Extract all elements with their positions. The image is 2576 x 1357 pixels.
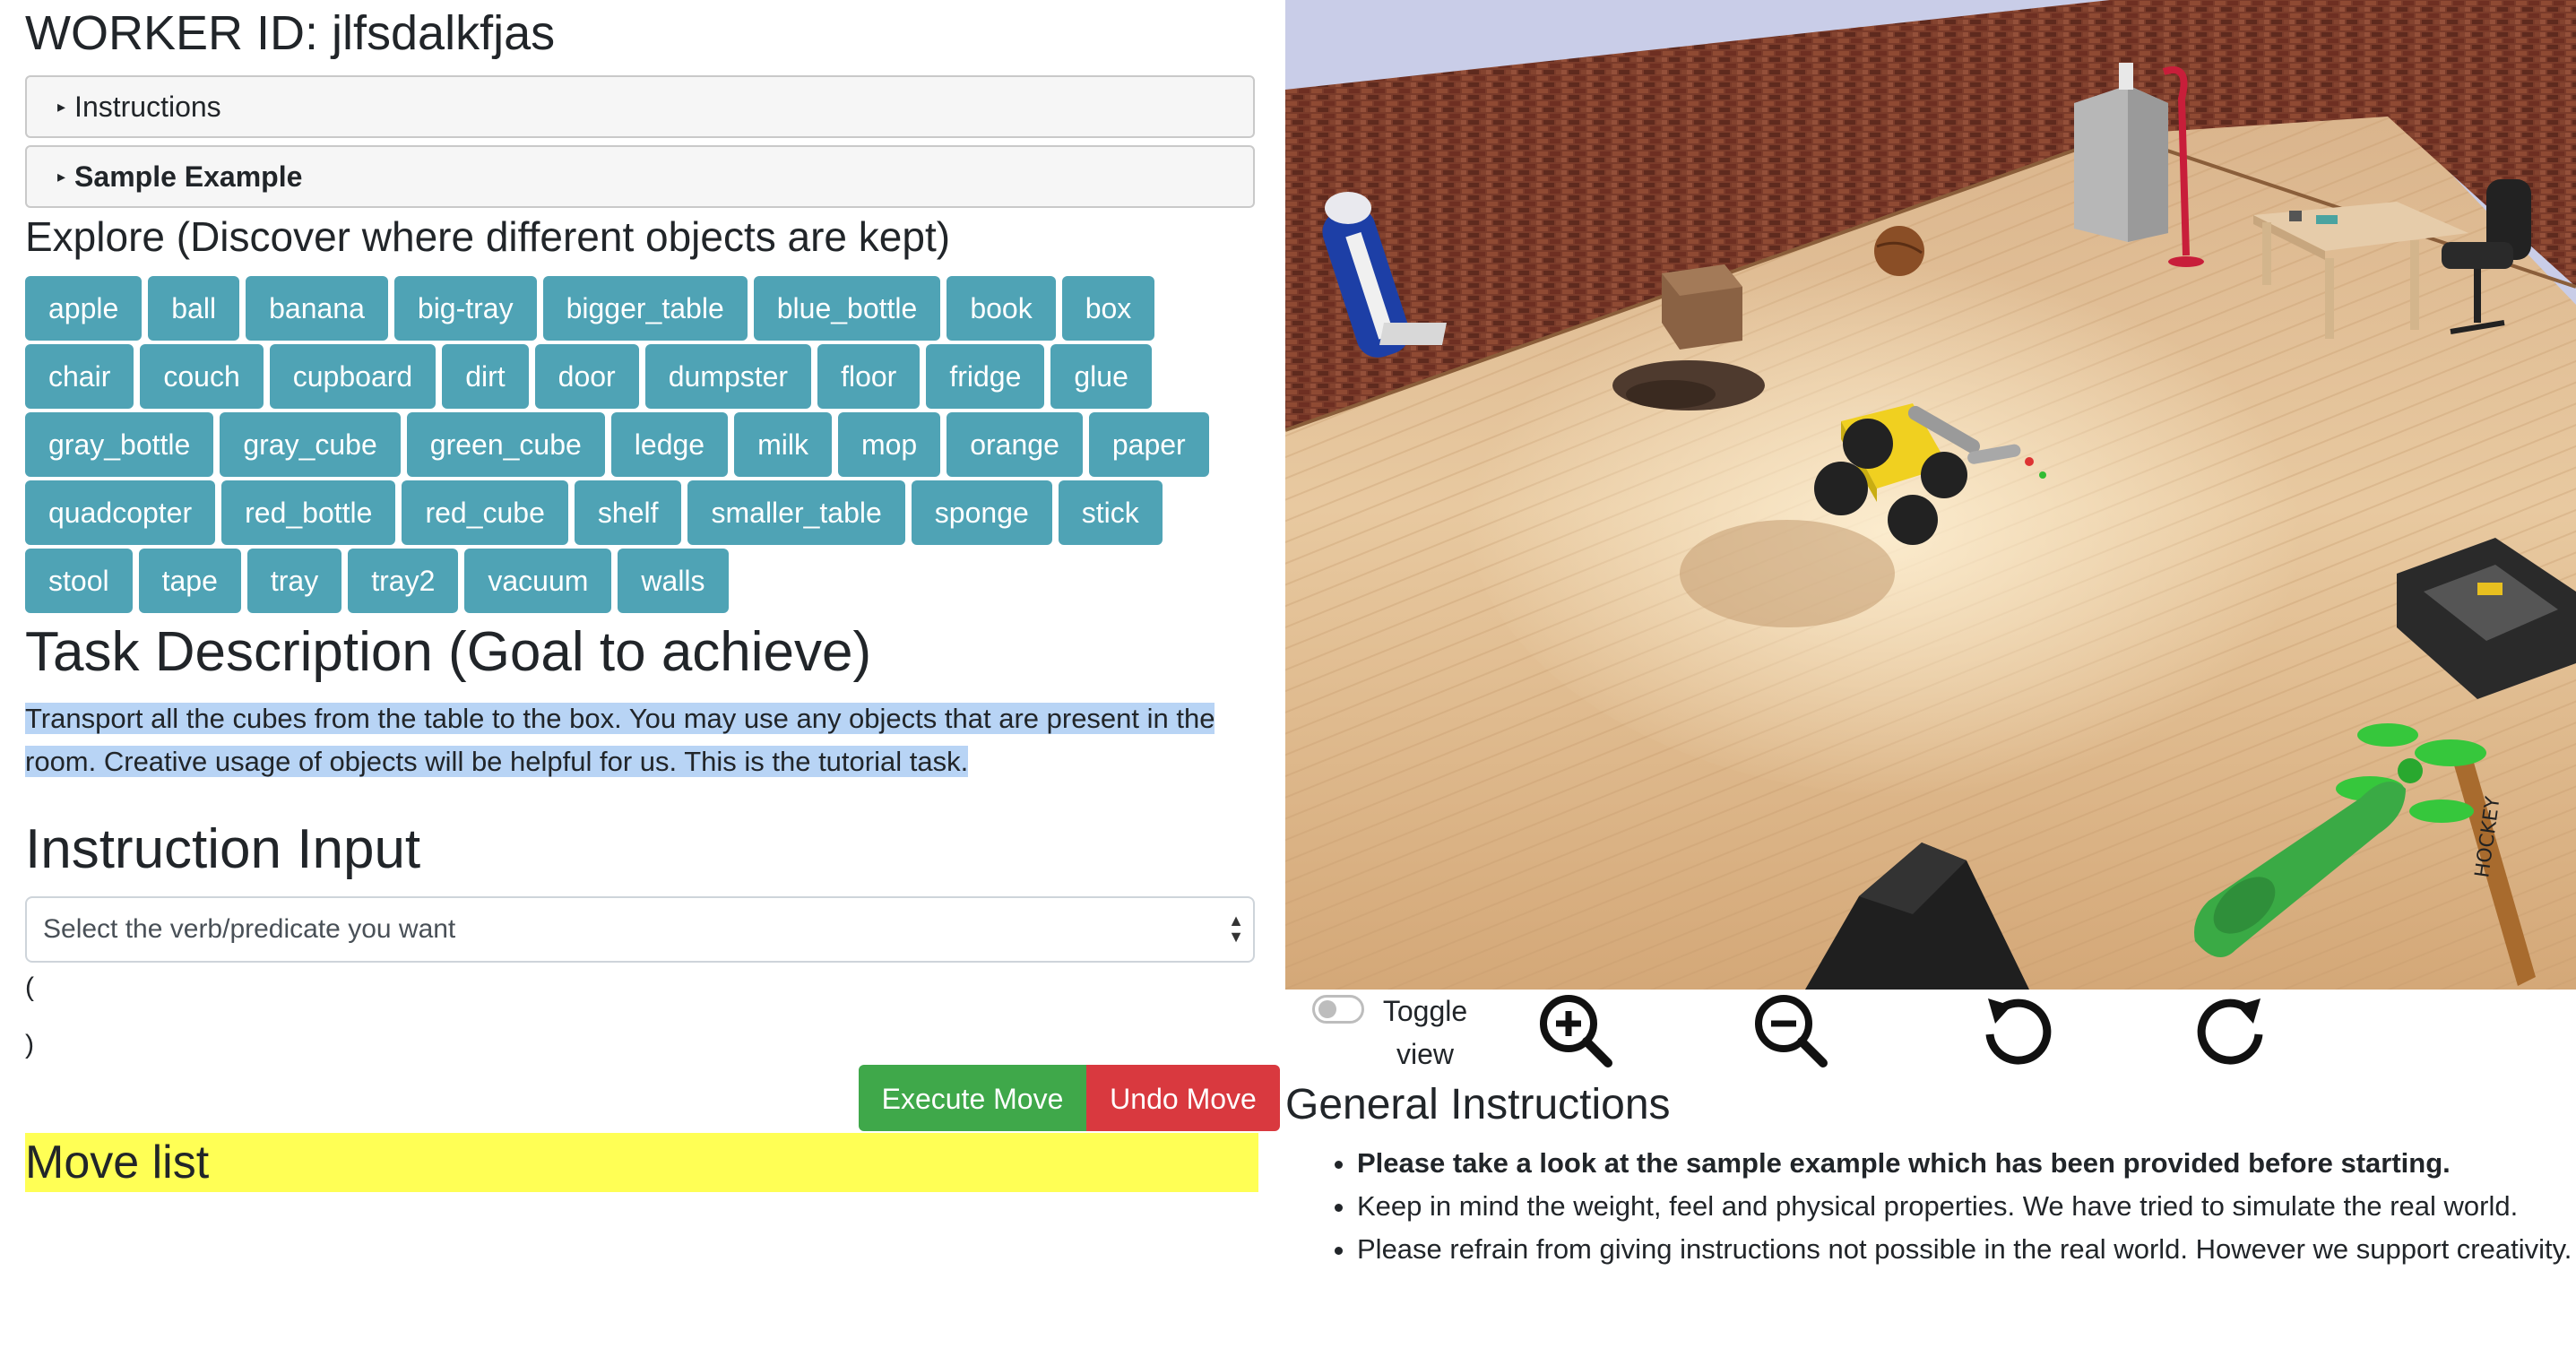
- task-description-heading: Task Description (Goal to achieve): [25, 621, 872, 683]
- move-list-heading: Move list: [25, 1133, 1258, 1192]
- caret-right-icon: ▸: [57, 167, 66, 186]
- object-button-blue-bottle[interactable]: blue_bottle: [753, 276, 941, 341]
- object-button-fridge[interactable]: fridge: [926, 344, 1045, 409]
- task-description-text: Transport all the cubes from the table t…: [25, 697, 1255, 783]
- verb-predicate-select[interactable]: Select the verb/predicate you want ▲ ▼: [25, 896, 1255, 963]
- zoom-in-icon[interactable]: [1534, 990, 1617, 1072]
- object-button-green-cube[interactable]: green_cube: [406, 412, 605, 477]
- object-button-apple[interactable]: apple: [25, 276, 143, 341]
- object-button-book[interactable]: book: [947, 276, 1056, 341]
- rotate-left-icon[interactable]: [1975, 990, 2058, 1072]
- open-paren: (: [25, 972, 34, 1002]
- list-item: Please take a look at the sample example…: [1357, 1142, 2576, 1185]
- list-item: Keep in mind the weight, feel and physic…: [1357, 1185, 2576, 1228]
- object-button-smaller-table[interactable]: smaller_table: [687, 480, 905, 545]
- zoom-out-icon[interactable]: [1750, 990, 1832, 1072]
- list-item: Please refrain from giving instructions …: [1357, 1228, 2576, 1271]
- instructions-accordion-label: Instructions: [74, 91, 221, 123]
- toggle-view-switch[interactable]: [1312, 995, 1364, 1024]
- object-button-ledge[interactable]: ledge: [610, 412, 729, 477]
- object-button-sponge[interactable]: sponge: [911, 480, 1052, 545]
- object-button-banana[interactable]: banana: [246, 276, 388, 341]
- object-button-paper[interactable]: paper: [1088, 412, 1209, 477]
- verb-predicate-select-value: Select the verb/predicate you want: [43, 914, 456, 944]
- object-button-stool[interactable]: stool: [25, 549, 133, 613]
- object-button-bigger-table[interactable]: bigger_table: [542, 276, 748, 341]
- general-instructions-heading: General Instructions: [1285, 1081, 1671, 1128]
- object-button-floor[interactable]: floor: [817, 344, 921, 409]
- object-button-couch[interactable]: couch: [140, 344, 264, 409]
- sample-example-accordion-label: Sample Example: [74, 160, 303, 193]
- object-button-orange[interactable]: orange: [947, 412, 1083, 477]
- toggle-view-label: Toggle view: [1382, 995, 1468, 1070]
- undo-move-button[interactable]: Undo Move: [1086, 1065, 1280, 1131]
- toggle-knob: [1318, 1000, 1336, 1018]
- execute-move-button[interactable]: Execute Move: [859, 1065, 1086, 1131]
- object-button-stick[interactable]: stick: [1058, 480, 1163, 545]
- scene-render: HOCKEY: [1285, 0, 2576, 990]
- object-button-glue[interactable]: glue: [1050, 344, 1152, 409]
- object-button-big-tray[interactable]: big-tray: [393, 276, 537, 341]
- simulation-viewport[interactable]: HOCKEY: [1285, 0, 2576, 990]
- instruction-input-heading: Instruction Input: [25, 818, 421, 880]
- object-button-tray2[interactable]: tray2: [348, 549, 459, 613]
- object-button-tray[interactable]: tray: [246, 549, 342, 613]
- explore-heading: Explore (Discover where different object…: [25, 213, 951, 260]
- worker-id-heading: WORKER ID: jlfsdalkfjas: [25, 6, 556, 60]
- object-button-gray-cube[interactable]: gray_cube: [220, 412, 401, 477]
- object-button-tape[interactable]: tape: [138, 549, 241, 613]
- object-button-gray-bottle[interactable]: gray_bottle: [25, 412, 214, 477]
- object-button-red-bottle[interactable]: red_bottle: [221, 480, 396, 545]
- object-button-quadcopter[interactable]: quadcopter: [25, 480, 216, 545]
- task-description-highlight: Transport all the cubes from the table t…: [25, 703, 1215, 777]
- sample-example-accordion[interactable]: ▸ Sample Example: [25, 145, 1255, 208]
- object-button-door[interactable]: door: [534, 344, 639, 409]
- object-button-mop[interactable]: mop: [837, 412, 941, 477]
- object-button-red-cube[interactable]: red_cube: [402, 480, 568, 545]
- object-button-chair[interactable]: chair: [25, 344, 134, 409]
- object-button-walls[interactable]: walls: [618, 549, 729, 613]
- object-button-cupboard[interactable]: cupboard: [269, 344, 437, 409]
- view-controls: Toggle view: [1285, 990, 2576, 1088]
- object-button-vacuum[interactable]: vacuum: [464, 549, 612, 613]
- object-button-ball[interactable]: ball: [148, 276, 240, 341]
- instructions-accordion[interactable]: ▸ Instructions: [25, 75, 1255, 138]
- select-arrows-icon: ▲ ▼: [1228, 912, 1244, 946]
- close-paren: ): [25, 1030, 34, 1059]
- object-button-milk[interactable]: milk: [734, 412, 832, 477]
- object-button-shelf[interactable]: shelf: [574, 480, 682, 545]
- rotate-right-icon[interactable]: [2191, 990, 2273, 1072]
- object-button-dumpster[interactable]: dumpster: [644, 344, 812, 409]
- object-button-group: apple ball banana big-tray bigger_table blue_…: [25, 276, 1255, 617]
- general-instructions-list: Please take a look at the sample example…: [1285, 1142, 2576, 1271]
- object-button-dirt[interactable]: dirt: [442, 344, 529, 409]
- object-button-box[interactable]: box: [1061, 276, 1155, 341]
- caret-right-icon: ▸: [57, 97, 66, 116]
